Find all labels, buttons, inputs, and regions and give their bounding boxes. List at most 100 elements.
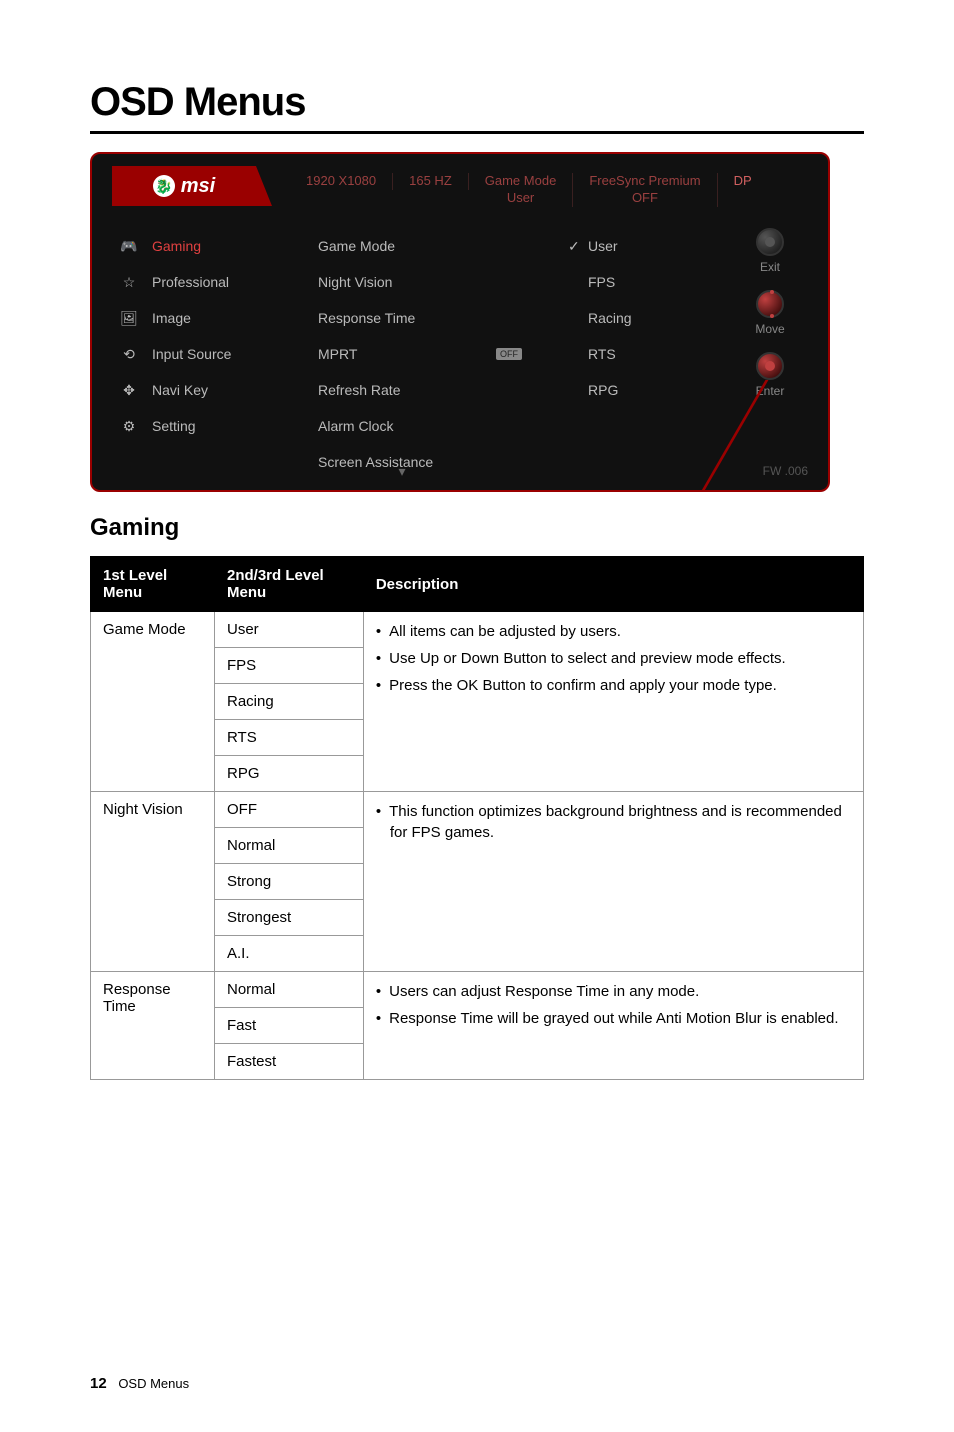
status-resolution: 1920 X1080: [290, 173, 393, 190]
second-level-cell: Racing: [215, 684, 364, 720]
check-icon: ✓: [568, 238, 582, 255]
second-level-cell: FPS: [215, 648, 364, 684]
description-cell: Users can adjust Response Time in any mo…: [363, 972, 863, 1080]
second-level-cell: OFF: [215, 792, 364, 828]
second-level-cell: Strongest: [215, 900, 364, 936]
sidebar-item-gaming[interactable]: 🎮 Gaming: [120, 228, 292, 264]
table-row: Game ModeUserAll items can be adjusted b…: [91, 612, 864, 648]
navi-knob-icon: [756, 290, 784, 318]
osd-mid-column: Game Mode Night Vision Response Time MPRT OF…: [292, 218, 552, 490]
status-refresh: 165 HZ: [393, 173, 469, 190]
option-label: RPG: [588, 382, 618, 398]
description-bullet: Response Time will be grayed out while A…: [376, 1008, 851, 1029]
gaming-menu-table: 1st Level Menu 2nd/3rd Level Menu Descri…: [90, 556, 864, 1080]
option-item[interactable]: FPS: [568, 264, 712, 300]
osd-right-column: ✓ User FPS Racing RTS RPG: [552, 218, 712, 490]
first-level-cell: Night Vision: [91, 792, 215, 972]
table-row: Response TimeNormalUsers can adjust Resp…: [91, 972, 864, 1008]
sidebar-item-professional[interactable]: ☆ Professional: [120, 264, 292, 300]
description-cell: All items can be adjusted by users. Use U…: [363, 612, 863, 792]
second-level-cell: Strong: [215, 864, 364, 900]
submenu-label: Game Mode: [318, 238, 395, 254]
submenu-item[interactable]: Night Vision: [318, 264, 552, 300]
sidebar-item-input-source[interactable]: ⟲ Input Source: [120, 336, 292, 372]
sidebar-item-input-source-icon: ⟲: [120, 346, 138, 363]
second-level-cell: Normal: [215, 828, 364, 864]
sidebar-item-setting-icon: ⚙: [120, 418, 138, 435]
msi-logo: 🐉 msi: [112, 166, 272, 206]
sidebar-item-gaming-icon: 🎮: [120, 238, 138, 255]
menu-label: Gaming: [152, 238, 201, 254]
col-header-desc: Description: [363, 557, 863, 612]
navi-knob-icon: [756, 352, 784, 380]
submenu-label: Night Vision: [318, 274, 392, 290]
menu-label: Professional: [152, 274, 229, 290]
submenu-label: Alarm Clock: [318, 418, 393, 434]
osd-left-column: 🎮 Gaming ☆ Professional 🖼 Image ⟲ Input Source ✥…: [92, 218, 292, 490]
status-bar: 1920 X1080 165 HZ Game Mode User FreeSyn…: [290, 165, 768, 207]
sidebar-item-image-icon: 🖼: [120, 310, 138, 327]
submenu-item[interactable]: Game Mode: [318, 228, 552, 264]
second-level-cell: Fast: [215, 1008, 364, 1044]
option-item[interactable]: RPG: [568, 372, 712, 408]
menu-label: Image: [152, 310, 191, 326]
submenu-item[interactable]: Response Time: [318, 300, 552, 336]
firmware-version: FW .006: [763, 464, 808, 478]
section-heading: Gaming: [90, 514, 864, 542]
col-header-1st: 1st Level Menu: [91, 557, 215, 612]
option-label: RTS: [588, 346, 616, 362]
option-label: FPS: [588, 274, 615, 290]
second-level-cell: RPG: [215, 756, 364, 792]
osd-hints-column: Exit Move Enter FW .006: [712, 218, 828, 490]
osd-screenshot: 🐉 msi 1920 X1080 165 HZ Game Mode User F…: [90, 152, 830, 492]
submenu-label: Response Time: [318, 310, 415, 326]
second-level-cell: Normal: [215, 972, 364, 1008]
logo-text: msi: [181, 175, 215, 198]
hint-exit: Exit: [712, 228, 828, 274]
first-level-cell: Game Mode: [91, 612, 215, 792]
table-row: Night VisionOFFThis function optimizes b…: [91, 792, 864, 828]
col-header-2nd: 2nd/3rd Level Menu: [215, 557, 364, 612]
description-bullet: This function optimizes background brigh…: [376, 801, 851, 843]
description-bullet: Press the OK Button to confirm and apply…: [376, 675, 851, 696]
description-cell: This function optimizes background brigh…: [363, 792, 863, 972]
option-label: Racing: [588, 310, 632, 326]
sidebar-item-navi-key-icon: ✥: [120, 382, 138, 399]
description-bullet: All items can be adjusted by users.: [376, 621, 851, 642]
sidebar-item-professional-icon: ☆: [120, 274, 138, 291]
submenu-item[interactable]: Alarm Clock: [318, 408, 552, 444]
menu-label: Setting: [152, 418, 196, 434]
page-number: 12: [90, 1375, 107, 1392]
osd-body: 🎮 Gaming ☆ Professional 🖼 Image ⟲ Input Source ✥…: [92, 218, 828, 490]
sidebar-item-setting[interactable]: ⚙ Setting: [120, 408, 292, 444]
option-label: User: [588, 238, 618, 254]
status-freesync: FreeSync Premium OFF: [573, 173, 717, 207]
sidebar-item-image[interactable]: 🖼 Image: [120, 300, 292, 336]
hint-move: Move: [712, 290, 828, 336]
dragon-icon: 🐉: [153, 175, 175, 197]
scroll-down-icon[interactable]: ▾: [292, 463, 512, 480]
submenu-label: MPRT: [318, 346, 357, 362]
submenu-item[interactable]: Refresh Rate: [318, 372, 552, 408]
option-item[interactable]: Racing: [568, 300, 712, 336]
page-title: OSD Menus: [90, 80, 864, 134]
option-item[interactable]: RTS: [568, 336, 712, 372]
description-bullet: Use Up or Down Button to select and prev…: [376, 648, 851, 669]
menu-label: Navi Key: [152, 382, 208, 398]
hint-enter: Enter: [712, 352, 828, 398]
first-level-cell: Response Time: [91, 972, 215, 1080]
description-bullet: Users can adjust Response Time in any mo…: [376, 981, 851, 1002]
navi-knob-icon: [756, 228, 784, 256]
status-mode: Game Mode User: [469, 173, 574, 207]
menu-label: Input Source: [152, 346, 231, 362]
submenu-label: Refresh Rate: [318, 382, 400, 398]
second-level-cell: RTS: [215, 720, 364, 756]
submenu-item[interactable]: MPRT OFF: [318, 336, 552, 372]
second-level-cell: A.I.: [215, 936, 364, 972]
footer-label: OSD Menus: [118, 1376, 189, 1391]
second-level-cell: Fastest: [215, 1044, 364, 1080]
toggle-badge[interactable]: OFF: [496, 348, 522, 360]
option-item[interactable]: ✓ User: [568, 228, 712, 264]
status-input: DP: [718, 173, 768, 190]
sidebar-item-navi-key[interactable]: ✥ Navi Key: [120, 372, 292, 408]
